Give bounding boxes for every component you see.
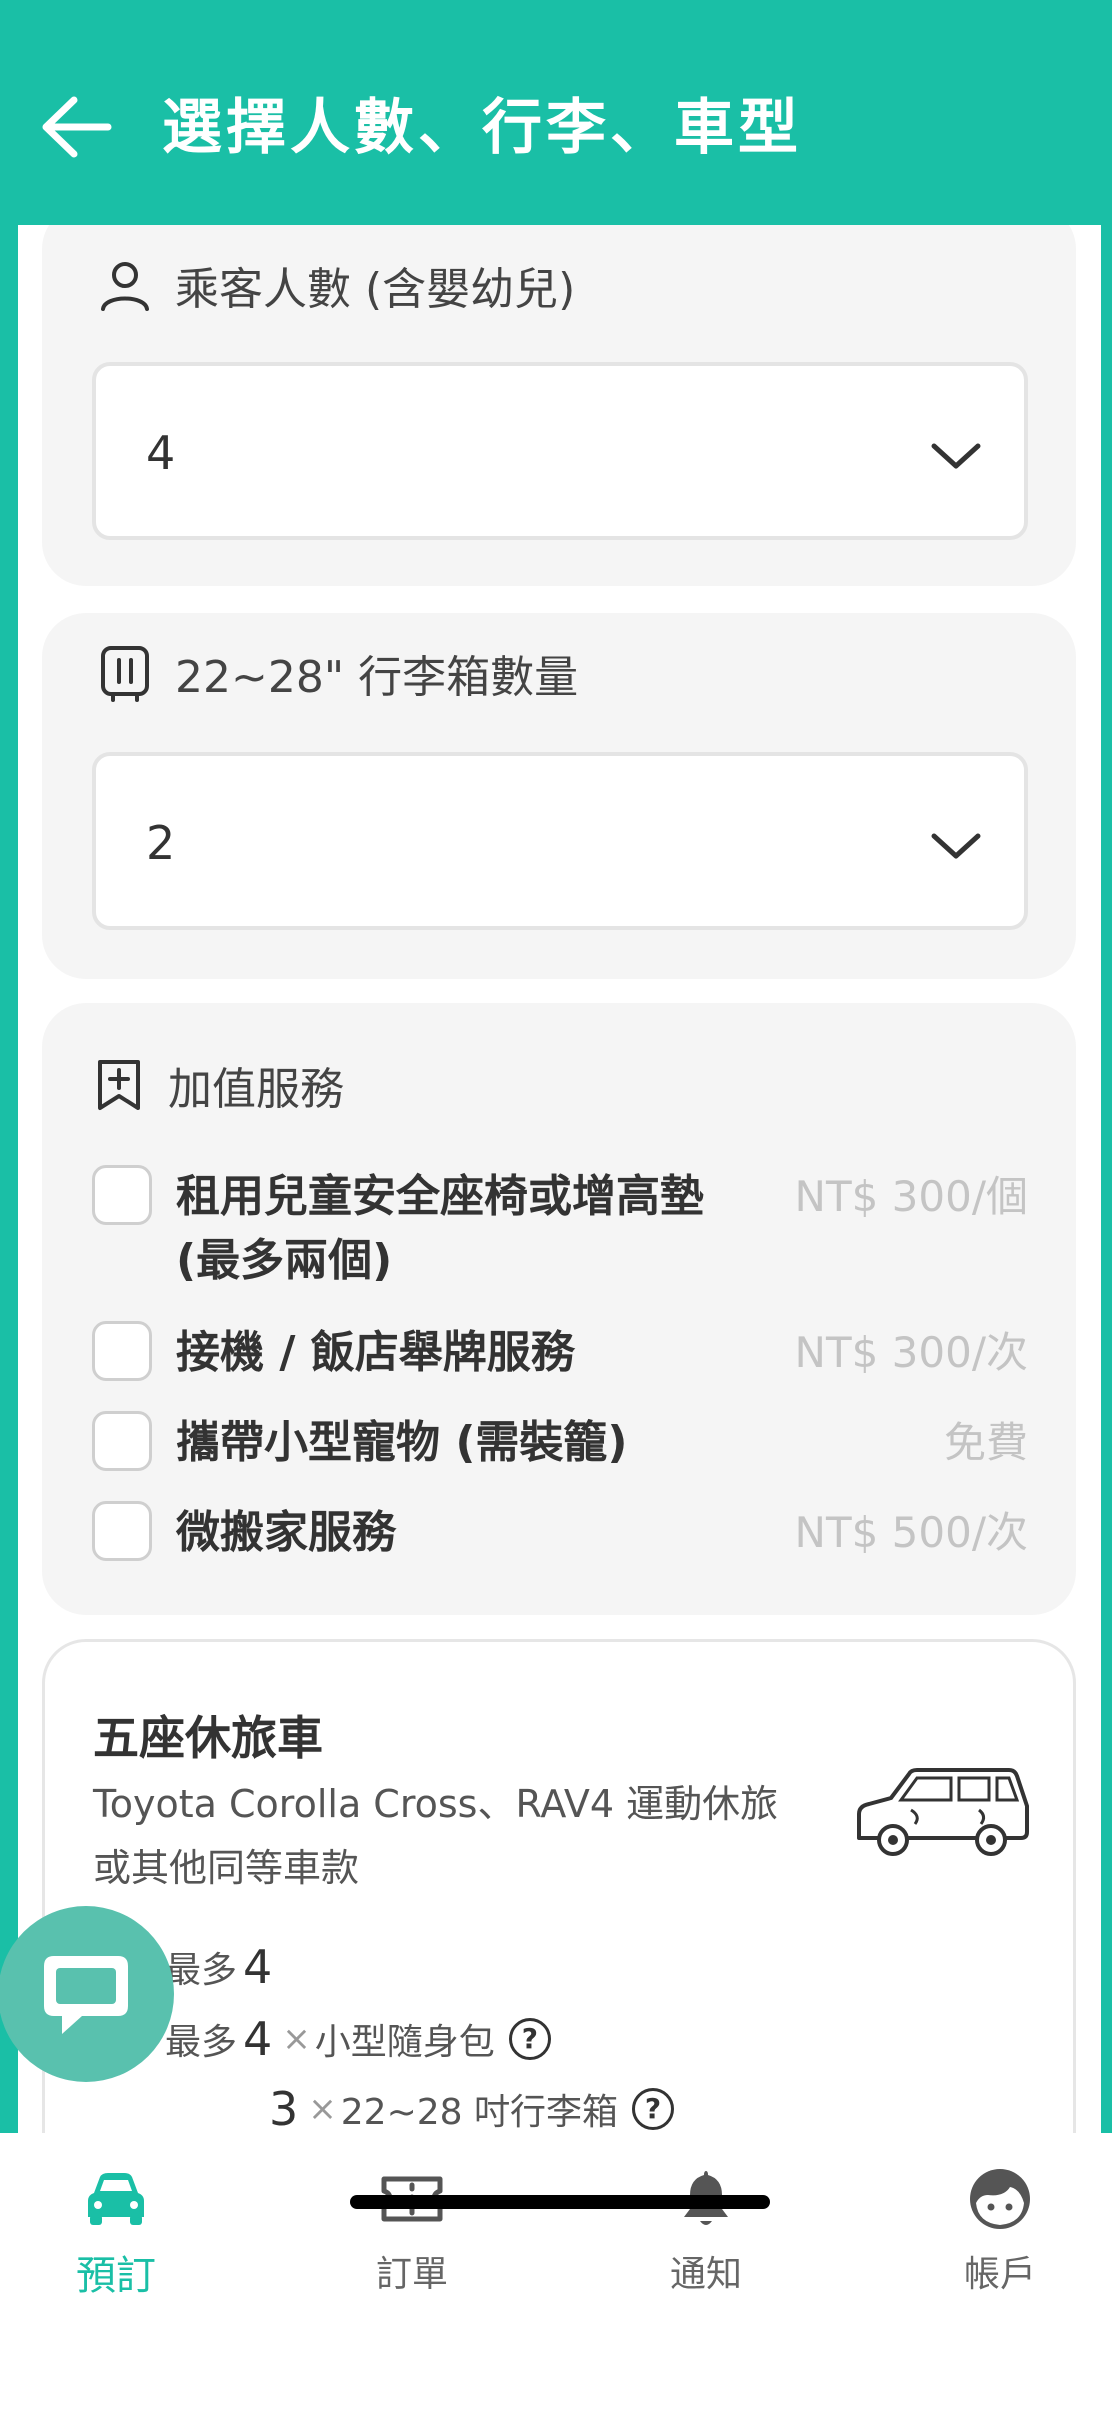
bookmark-plus-icon: [98, 1060, 140, 1110]
help-icon[interactable]: ?: [632, 2088, 675, 2130]
tab-label: 訂單: [375, 2254, 448, 2295]
tab-label: 通知: [669, 2254, 742, 2295]
vehicle-option-card[interactable]: 五座休旅車 Toyota Corolla Cross、RAV4 運動休旅或其他同…: [42, 1639, 1076, 2135]
service-name: 租用兒童安全座椅或增高墊 (最多兩個): [176, 1171, 704, 1286]
chat-button[interactable]: [0, 1906, 174, 2082]
capacity-bags: 最多 4 × 小型隨身包 ?: [165, 2012, 551, 2066]
capacity-passengers: 最多 4: [165, 1940, 278, 1994]
page-title: 選擇人數、行李、車型: [162, 93, 802, 163]
tab-orders[interactable]: 訂單: [312, 2163, 512, 2297]
service-item[interactable]: 微搬家服務 NT$ 500/次: [92, 1501, 1028, 1565]
bottom-tab-bar: 預訂 訂單 通知 帳戶: [0, 2133, 1112, 2411]
capacity-suitcases: 3 × 22~28 吋行李箱 ?: [263, 2082, 675, 2135]
car-icon: [88, 2173, 144, 2225]
tab-label: 預訂: [76, 2253, 156, 2299]
tab-label: 帳戶: [963, 2254, 1036, 2295]
luggage-value: 2: [146, 816, 176, 870]
chevron-down-icon: [931, 443, 981, 469]
max-passengers: 4: [243, 1940, 273, 1994]
checkbox[interactable]: [92, 1411, 152, 1471]
service-price: NT$ 500/次: [794, 1508, 1028, 1557]
suitcase-icon: [101, 646, 149, 702]
vehicle-description: Toyota Corolla Cross、RAV4 運動休旅或其他同等車款: [93, 1782, 779, 1890]
checkbox[interactable]: [92, 1501, 152, 1561]
service-price: NT$ 300/次: [794, 1328, 1028, 1377]
luggage-select[interactable]: 2: [92, 752, 1028, 930]
checkbox[interactable]: [92, 1321, 152, 1381]
bag-label: 小型隨身包: [314, 2022, 495, 2063]
service-name: 微搬家服務: [176, 1507, 396, 1558]
max-label: 最多: [165, 1950, 238, 1991]
passenger-value: 4: [146, 426, 176, 480]
home-indicator: [350, 2195, 770, 2209]
face-icon: [970, 2169, 1030, 2229]
service-name: 攜帶小型寵物 (需裝籠): [176, 1417, 628, 1468]
passenger-select[interactable]: 4: [92, 362, 1028, 540]
checkbox[interactable]: [92, 1165, 152, 1225]
app-header: 選擇人數、行李、車型: [0, 0, 1112, 225]
scroll-content[interactable]: 乘客人數 (含嬰幼兒) 4 22~28" 行李箱數量 2 加值服務 租用兒童安全…: [18, 225, 1101, 2135]
luggage-label: 22~28" 行李箱數量: [175, 652, 579, 703]
suitcase-count: 3: [269, 2082, 299, 2135]
chevron-down-icon: [931, 833, 981, 859]
suitcase-label: 22~28 吋行李箱: [340, 2092, 619, 2133]
tab-notifications[interactable]: 通知: [606, 2163, 806, 2297]
passenger-header: 乘客人數 (含嬰幼兒): [97, 253, 575, 317]
vehicle-name: 五座休旅車: [93, 1711, 323, 1765]
passenger-label: 乘客人數 (含嬰幼兒): [175, 264, 576, 315]
person-icon: [101, 262, 149, 311]
bag-count: 4: [243, 2012, 273, 2066]
service-price: NT$ 300/個: [794, 1172, 1028, 1221]
service-name: 接機 / 飯店舉牌服務: [176, 1327, 575, 1378]
chat-bubble-icon: [44, 1956, 128, 2034]
service-item[interactable]: 接機 / 飯店舉牌服務 NT$ 300/次: [92, 1321, 1028, 1385]
services-card: 加值服務 租用兒童安全座椅或增高墊 (最多兩個) NT$ 300/個 接機 / …: [42, 1003, 1076, 1615]
help-icon[interactable]: ?: [508, 2018, 551, 2060]
back-arrow-icon[interactable]: [36, 92, 116, 162]
times-sign: ×: [282, 2019, 311, 2059]
passenger-card: 乘客人數 (含嬰幼兒) 4: [42, 225, 1076, 586]
suv-car-icon: [857, 1768, 1029, 1856]
service-item[interactable]: 租用兒童安全座椅或增高墊 (最多兩個) NT$ 300/個: [92, 1165, 1028, 1293]
services-label: 加值服務: [168, 1064, 344, 1115]
max-label: 最多: [165, 2022, 238, 2063]
times-sign: ×: [308, 2089, 337, 2129]
tab-booking[interactable]: 預訂: [16, 2163, 216, 2301]
luggage-header: 22~28" 行李箱數量: [97, 641, 578, 705]
tab-account[interactable]: 帳戶: [900, 2163, 1100, 2297]
luggage-card: 22~28" 行李箱數量 2: [42, 613, 1076, 979]
service-price: 免費: [943, 1418, 1028, 1467]
services-header: 加值服務: [94, 1053, 344, 1117]
service-item[interactable]: 攜帶小型寵物 (需裝籠) 免費: [92, 1411, 1028, 1475]
